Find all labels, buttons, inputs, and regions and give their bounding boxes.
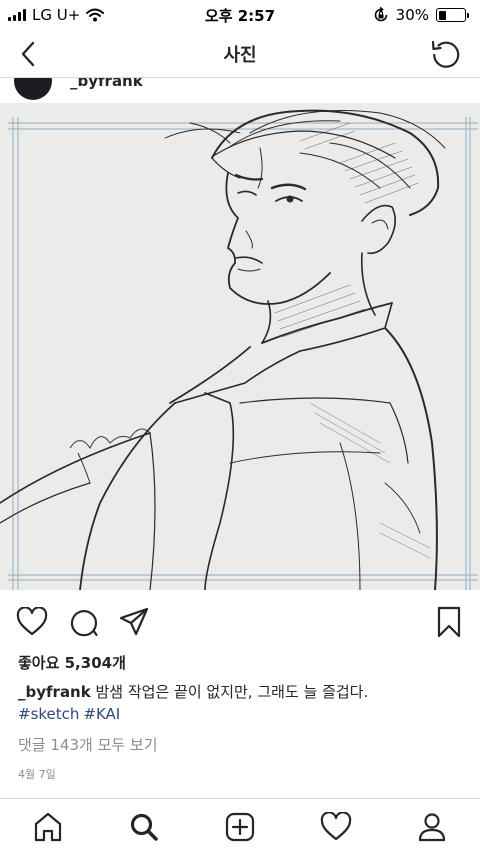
comment-button[interactable] (66, 604, 102, 640)
like-button[interactable] (14, 604, 50, 640)
likes-count[interactable]: 좋아요 5,304개 (18, 652, 126, 673)
battery-percent: 30% (395, 6, 429, 24)
activity-icon (320, 812, 352, 841)
add-post-icon (225, 812, 255, 842)
wifi-icon (86, 8, 105, 22)
search-icon (130, 813, 158, 841)
chevron-left-icon (21, 41, 35, 67)
hashtags: #sketch #KAI (18, 705, 124, 723)
carrier-label: LG U+ (32, 6, 81, 24)
post-image[interactable] (0, 103, 480, 590)
status-left: LG U+ (8, 6, 105, 24)
comment-icon (70, 610, 98, 637)
page-title: 사진 (223, 44, 257, 66)
tab-activity[interactable] (316, 807, 356, 847)
tab-home[interactable] (28, 807, 68, 847)
post-actions (0, 598, 480, 646)
home-icon (34, 812, 62, 842)
back-button[interactable] (12, 38, 44, 70)
status-right: 30% (373, 6, 469, 24)
view-comments-link[interactable]: 댓글 143개 모두 보기 (18, 734, 158, 755)
bookmark-icon (437, 606, 461, 638)
signal-icon (8, 9, 26, 21)
bottom-tab-bar (0, 798, 480, 854)
tab-profile[interactable] (412, 807, 452, 847)
refresh-button[interactable] (428, 36, 464, 72)
status-bar: LG U+ 오후 2:57 30% (0, 0, 480, 30)
profile-icon (418, 813, 446, 842)
hashtag-link[interactable]: #KAI (83, 705, 120, 723)
battery-icon (436, 8, 469, 22)
tab-search[interactable] (124, 807, 164, 847)
refresh-icon (431, 40, 460, 68)
pencil-sketch-illustration (0, 103, 480, 590)
battery-fill (438, 10, 446, 20)
post-date: 4월 7일 (18, 768, 56, 781)
heart-icon (16, 607, 48, 636)
share-button[interactable] (116, 604, 152, 640)
caption-text: 밤샘 작업은 끝이 없지만, 그래도 늘 즐겁다. (95, 683, 369, 701)
tab-add-post[interactable] (220, 807, 260, 847)
rotation-lock-icon (374, 7, 387, 22)
hashtag-link[interactable]: #sketch (18, 705, 79, 723)
nav-header: 사진 (0, 30, 480, 78)
caption-username[interactable]: _byfrank (18, 683, 91, 701)
share-icon (119, 607, 149, 636)
bookmark-button[interactable] (431, 604, 467, 640)
post-caption: _byfrank 밤샘 작업은 끝이 없지만, 그래도 늘 즐겁다. (18, 681, 468, 703)
